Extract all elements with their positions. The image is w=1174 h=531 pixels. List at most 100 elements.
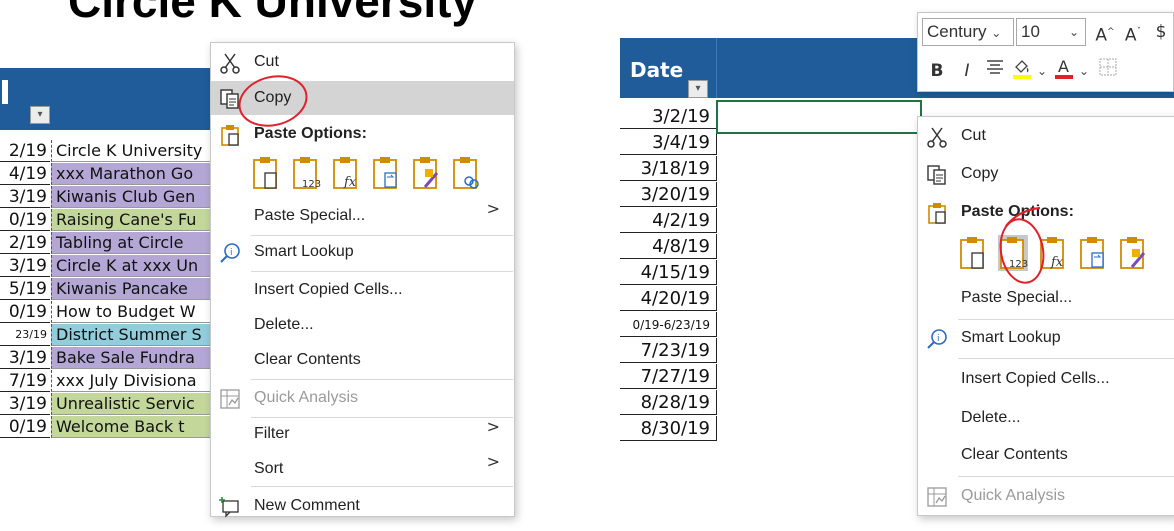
decrease-font-button[interactable]: Aˇ — [1122, 18, 1144, 46]
menu-item-copy[interactable]: Copy — [918, 157, 1174, 191]
menu-section-paste-options: Paste Options: — [918, 195, 1174, 229]
menu-item-filter[interactable]: Filter > — [211, 417, 514, 451]
date-cell[interactable]: 3/19 — [0, 393, 50, 415]
date-cell[interactable]: 3/20/19 — [620, 182, 716, 207]
bold-label: B — [930, 61, 944, 81]
menu-item-insert-copied-cells[interactable]: Insert Copied Cells... — [211, 273, 514, 307]
borders-icon[interactable] — [1096, 57, 1120, 85]
divider — [251, 271, 513, 272]
date-cell[interactable]: 4/8/19 — [620, 234, 716, 259]
new-comment-icon — [219, 496, 241, 518]
fill-color-icon[interactable] — [1010, 57, 1034, 85]
align-center-icon[interactable] — [984, 57, 1006, 85]
date-cell[interactable]: 4/19 — [0, 163, 50, 185]
date-cell[interactable]: 7/23/19 — [620, 338, 716, 363]
menu-item-clear-contents[interactable]: Clear Contents — [918, 438, 1174, 472]
menu-item-clear-contents[interactable]: Clear Contents — [211, 343, 514, 377]
divider — [958, 319, 1174, 320]
filter-dropdown-icon[interactable]: ▾ — [688, 80, 708, 98]
menu-item-paste-special[interactable]: Paste Special... — [918, 281, 1174, 315]
date-cell[interactable]: 0/19 — [0, 209, 50, 231]
menu-item-delete[interactable]: Delete... — [211, 308, 514, 342]
italic-label: I — [964, 61, 970, 81]
menu-item-insert-copied-cells[interactable]: Insert Copied Cells... — [918, 362, 1174, 396]
menu-label: Copy — [961, 165, 999, 182]
menu-label: Insert Copied Cells... — [254, 281, 403, 298]
date-cell[interactable]: 4/15/19 — [620, 260, 716, 285]
chevron-down-icon[interactable]: ⌄ — [1078, 57, 1090, 85]
date-cell[interactable]: 8/30/19 — [620, 416, 716, 441]
date-cell[interactable]: 4/20/19 — [620, 286, 716, 311]
date-cell[interactable]: 5/19 — [0, 278, 50, 300]
menu-label: Delete... — [254, 316, 314, 333]
font-size-dropdown[interactable]: 10 ⌄ — [1016, 18, 1086, 46]
smart-lookup-icon: i — [926, 328, 948, 350]
paste-icon[interactable] — [958, 235, 988, 271]
menu-item-delete[interactable]: Delete... — [918, 401, 1174, 435]
chevron-down-icon[interactable]: ⌄ — [1036, 57, 1048, 85]
menu-item-cut[interactable]: Cut — [918, 119, 1174, 153]
menu-item-quick-analysis: Quick Analysis — [918, 479, 1174, 513]
date-cell[interactable]: 0/19 — [0, 416, 50, 438]
menu-label: Delete... — [961, 409, 1021, 426]
chevron-right-icon: > — [486, 417, 500, 436]
paste-formatting-icon[interactable] — [1118, 235, 1148, 271]
bold-button[interactable]: B — [926, 57, 948, 85]
menu-item-smart-lookup[interactable]: i Smart Lookup — [211, 235, 514, 269]
date-cell[interactable]: 3/19 — [0, 255, 50, 277]
divider — [251, 486, 513, 487]
menu-label: New Comment — [254, 497, 360, 514]
paste-link-icon[interactable] — [451, 155, 481, 191]
date-cell[interactable]: 0/19-6/23/19 — [620, 312, 716, 337]
selected-cell[interactable] — [716, 100, 925, 137]
scissors-icon — [219, 52, 241, 74]
svg-text:i: i — [937, 334, 940, 344]
date-cell[interactable]: 23/19 — [0, 324, 50, 346]
paste-icon[interactable] — [251, 155, 281, 191]
date-cell[interactable]: 7/27/19 — [620, 364, 716, 389]
date-cell[interactable]: 4/2/19 — [620, 208, 716, 233]
menu-label: Quick Analysis — [254, 389, 359, 406]
date-cell[interactable]: 3/19 — [0, 186, 50, 208]
scissors-icon — [926, 126, 948, 148]
font-color-icon[interactable]: A — [1052, 57, 1076, 85]
paste-formatting-icon[interactable] — [411, 155, 441, 191]
svg-text:123: 123 — [302, 179, 321, 190]
smart-lookup-icon: i — [219, 242, 241, 264]
menu-item-sort[interactable]: Sort > — [211, 452, 514, 486]
currency-button[interactable]: $ — [1150, 18, 1172, 46]
font-name-dropdown[interactable]: Century ⌄ — [922, 18, 1014, 46]
date-cell[interactable]: 2/19 — [0, 140, 50, 162]
filter-dropdown-icon[interactable]: ▾ — [30, 106, 50, 124]
paste-transpose-icon[interactable] — [1078, 235, 1108, 271]
divider — [251, 379, 513, 380]
paste-transpose-icon[interactable] — [371, 155, 401, 191]
date-cell[interactable]: 2/19 — [0, 232, 50, 254]
increase-font-button[interactable]: A^ — [1094, 18, 1116, 46]
italic-button[interactable]: I — [956, 57, 978, 85]
menu-item-cut[interactable]: Cut — [211, 45, 514, 79]
paste-formulas-icon[interactable]: fx — [331, 155, 361, 191]
menu-item-paste-special[interactable]: Paste Special... > — [211, 199, 514, 233]
date-cell[interactable]: 3/2/19 — [620, 104, 716, 129]
date-cell[interactable]: 3/18/19 — [620, 156, 716, 181]
clipboard-icon — [219, 124, 241, 146]
date-cell[interactable]: 3/19 — [0, 347, 50, 369]
menu-item-new-comment[interactable]: New Comment — [211, 489, 514, 523]
menu-label: Clear Contents — [254, 351, 361, 368]
paste-values-icon[interactable]: 123 — [291, 155, 321, 191]
menu-item-smart-lookup[interactable]: i Smart Lookup — [918, 321, 1174, 355]
date-cell[interactable]: 0/19 — [0, 301, 50, 323]
currency-label: $ — [1155, 22, 1167, 42]
date-cell[interactable]: 3/4/19 — [620, 130, 716, 155]
date-cell[interactable]: 8/28/19 — [620, 390, 716, 415]
svg-text:i: i — [230, 248, 233, 258]
menu-label: Paste Special... — [254, 207, 366, 224]
menu-label: Sort — [254, 460, 284, 477]
menu-label: Clear Contents — [961, 446, 1068, 463]
increase-font-label: A — [1095, 25, 1108, 46]
menu-label: Paste Special... — [961, 289, 1073, 306]
date-cell[interactable]: 7/19 — [0, 370, 50, 392]
chevron-down-icon: ⌄ — [1068, 25, 1079, 39]
menu-item-quick-analysis: Quick Analysis — [211, 381, 514, 415]
